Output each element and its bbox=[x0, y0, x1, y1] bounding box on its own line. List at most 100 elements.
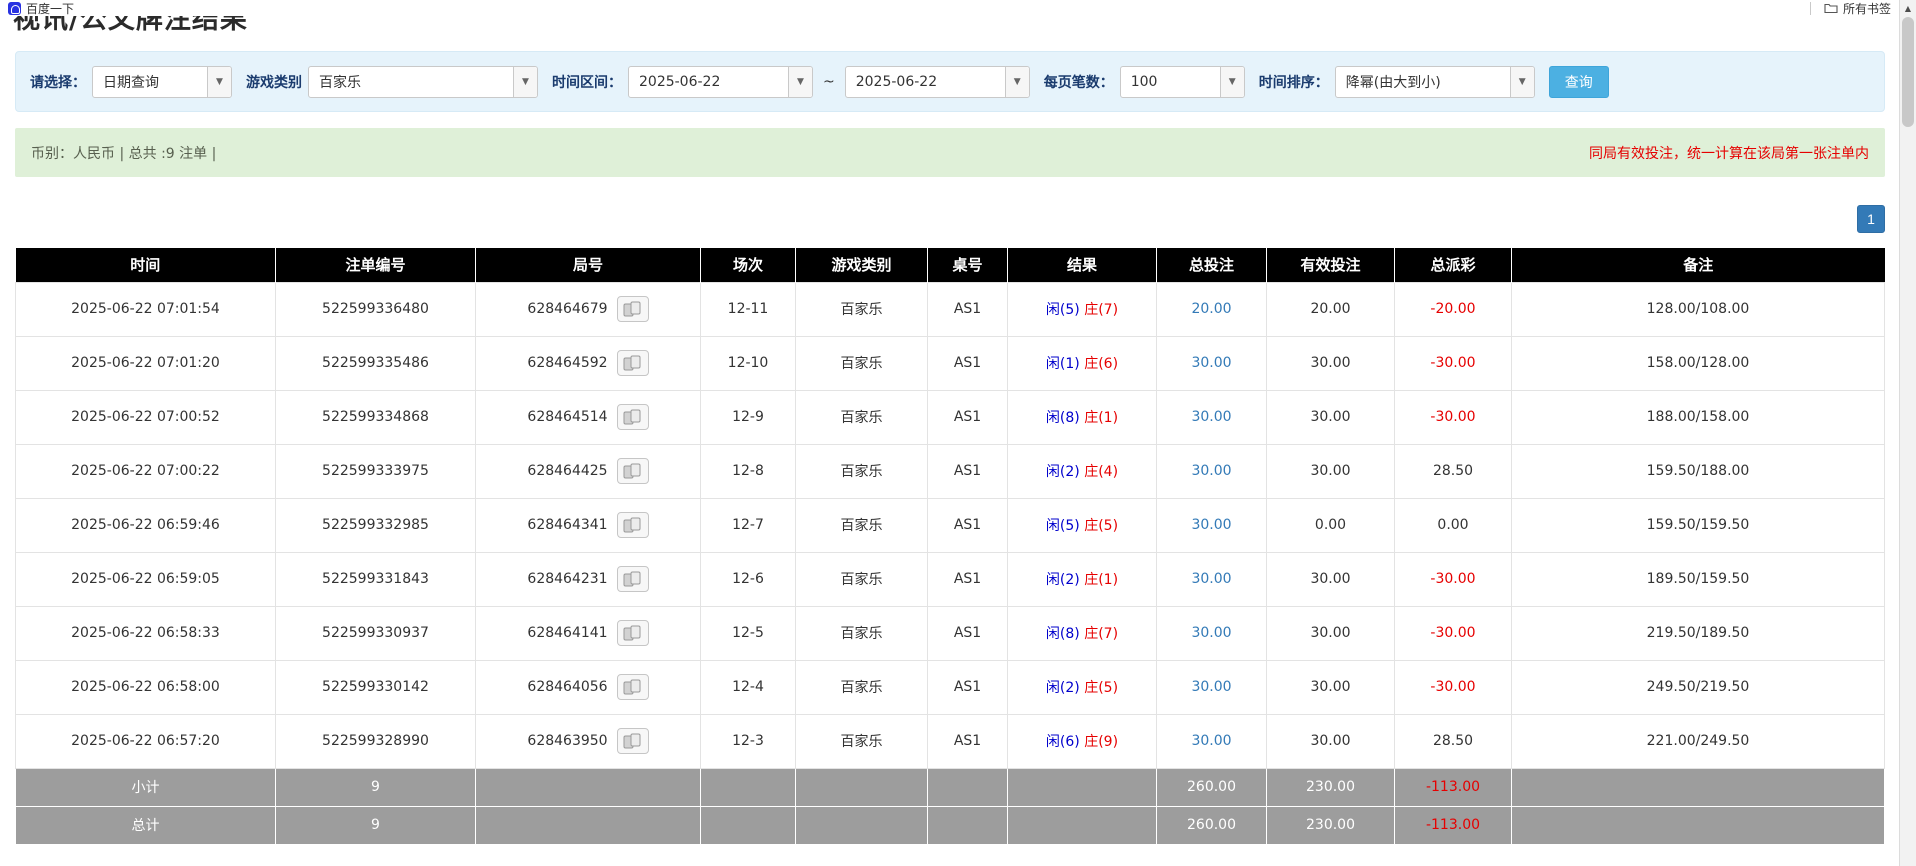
cell-time: 2025-06-22 07:00:22 bbox=[16, 444, 276, 498]
date-from-select[interactable]: 2025-06-22 ▼ bbox=[628, 66, 813, 98]
cell-table-no: AS1 bbox=[928, 336, 1008, 390]
total-bet-link[interactable]: 30.00 bbox=[1157, 552, 1267, 606]
cell-valid-bet: 30.00 bbox=[1267, 444, 1395, 498]
chevron-down-icon[interactable]: ▼ bbox=[788, 67, 812, 97]
subtotal-valid-bet: 230.00 bbox=[1267, 768, 1395, 806]
cell-round-id: 628464592 bbox=[476, 336, 701, 390]
card-result-button[interactable] bbox=[617, 350, 649, 376]
cell-result: 闲(2) 庄(1) bbox=[1008, 552, 1157, 606]
total-label: 总计 bbox=[16, 806, 276, 844]
cell-bet-id: 522599331843 bbox=[276, 552, 476, 606]
result-player: 闲(2) bbox=[1046, 572, 1080, 588]
cell-payout: -30.00 bbox=[1395, 390, 1512, 444]
header-time: 时间 bbox=[16, 248, 276, 282]
result-player: 闲(8) bbox=[1046, 410, 1080, 426]
chevron-down-icon[interactable]: ▼ bbox=[1510, 67, 1534, 97]
header-valid-bet: 有效投注 bbox=[1267, 248, 1395, 282]
header-payout: 总派彩 bbox=[1395, 248, 1512, 282]
cell-payout: -30.00 bbox=[1395, 660, 1512, 714]
total-valid-bet: 230.00 bbox=[1267, 806, 1395, 844]
total-bet-link[interactable]: 30.00 bbox=[1157, 444, 1267, 498]
round-number: 628464141 bbox=[527, 625, 607, 641]
card-result-button[interactable] bbox=[617, 728, 649, 754]
cell-remark: 219.50/189.50 bbox=[1512, 606, 1885, 660]
date-range-separator: ~ bbox=[823, 74, 835, 90]
card-result-button[interactable] bbox=[617, 296, 649, 322]
date-to-select[interactable]: 2025-06-22 ▼ bbox=[845, 66, 1030, 98]
date-range-label: 时间区间： bbox=[552, 72, 622, 92]
search-button[interactable]: 查询 bbox=[1549, 66, 1609, 98]
cell-session: 12-3 bbox=[701, 714, 796, 768]
cell-valid-bet: 30.00 bbox=[1267, 606, 1395, 660]
page-size-select[interactable]: 100 ▼ bbox=[1120, 66, 1245, 98]
cell-bet-id: 522599330142 bbox=[276, 660, 476, 714]
cell-time: 2025-06-22 06:57:20 bbox=[16, 714, 276, 768]
cell-remark: 188.00/158.00 bbox=[1512, 390, 1885, 444]
cell-game-type: 百家乐 bbox=[796, 552, 928, 606]
cell-bet-id: 522599330937 bbox=[276, 606, 476, 660]
result-banker: 庄(7) bbox=[1084, 626, 1118, 642]
cell-time: 2025-06-22 06:58:00 bbox=[16, 660, 276, 714]
result-banker: 庄(4) bbox=[1084, 464, 1118, 480]
page: 视讯/公文牌注结果 百度一下 所有书签 ▲ 请选择： 日期查询 ▼ 游戏类别 百 bbox=[0, 0, 1916, 866]
cell-payout: -30.00 bbox=[1395, 552, 1512, 606]
total-bet-link[interactable]: 20.00 bbox=[1157, 282, 1267, 336]
table-footer: 小计 9 260.00 230.00 -113.00 总计 9 260 bbox=[16, 768, 1885, 844]
cell-session: 12-8 bbox=[701, 444, 796, 498]
result-player: 闲(8) bbox=[1046, 626, 1080, 642]
query-type-select[interactable]: 日期查询 ▼ bbox=[92, 66, 232, 98]
result-banker: 庄(5) bbox=[1084, 518, 1118, 534]
card-result-button[interactable] bbox=[617, 620, 649, 646]
cell-bet-id: 522599328990 bbox=[276, 714, 476, 768]
chevron-down-icon[interactable]: ▼ bbox=[1220, 67, 1244, 97]
total-total-bet: 260.00 bbox=[1157, 806, 1267, 844]
game-type-select[interactable]: 百家乐 ▼ bbox=[308, 66, 538, 98]
cell-table-no: AS1 bbox=[928, 282, 1008, 336]
cell-valid-bet: 30.00 bbox=[1267, 390, 1395, 444]
total-row: 总计 9 260.00 230.00 -113.00 bbox=[16, 806, 1885, 844]
result-banker: 庄(5) bbox=[1084, 680, 1118, 696]
cell-remark: 221.00/249.50 bbox=[1512, 714, 1885, 768]
chevron-down-icon[interactable]: ▼ bbox=[1005, 67, 1029, 97]
chevron-down-icon[interactable]: ▼ bbox=[513, 67, 537, 97]
main-content: 请选择： 日期查询 ▼ 游戏类别 百家乐 ▼ 时间区间： 2025-06-22 … bbox=[15, 0, 1885, 845]
total-bet-link[interactable]: 30.00 bbox=[1157, 390, 1267, 444]
chevron-down-icon[interactable]: ▼ bbox=[207, 67, 231, 97]
cell-game-type: 百家乐 bbox=[796, 390, 928, 444]
card-result-button[interactable] bbox=[617, 458, 649, 484]
cell-payout: 28.50 bbox=[1395, 714, 1512, 768]
cell-valid-bet: 20.00 bbox=[1267, 282, 1395, 336]
total-bet-link[interactable]: 30.00 bbox=[1157, 714, 1267, 768]
card-result-button[interactable] bbox=[617, 404, 649, 430]
result-player: 闲(5) bbox=[1046, 518, 1080, 534]
round-number: 628464425 bbox=[527, 463, 607, 479]
round-number: 628464231 bbox=[527, 571, 607, 587]
table-row: 2025-06-22 07:01:54 522599336480 6284646… bbox=[16, 282, 1885, 336]
cell-bet-id: 522599334868 bbox=[276, 390, 476, 444]
cell-remark: 159.50/188.00 bbox=[1512, 444, 1885, 498]
cell-result: 闲(8) 庄(1) bbox=[1008, 390, 1157, 444]
cell-remark: 158.00/128.00 bbox=[1512, 336, 1885, 390]
cell-round-id: 628464425 bbox=[476, 444, 701, 498]
page-1-button[interactable]: 1 bbox=[1857, 205, 1885, 233]
cell-game-type: 百家乐 bbox=[796, 282, 928, 336]
bookmark-baidu[interactable]: 百度一下 bbox=[8, 0, 74, 17]
card-result-button[interactable] bbox=[617, 674, 649, 700]
query-type-value: 日期查询 bbox=[93, 67, 207, 97]
cell-payout: -20.00 bbox=[1395, 282, 1512, 336]
time-sort-select[interactable]: 降幂(由大到小) ▼ bbox=[1335, 66, 1535, 98]
total-bet-link[interactable]: 30.00 bbox=[1157, 660, 1267, 714]
card-result-button[interactable] bbox=[617, 512, 649, 538]
cell-payout: 0.00 bbox=[1395, 498, 1512, 552]
card-result-button[interactable] bbox=[617, 566, 649, 592]
bookmarks-divider bbox=[1810, 2, 1811, 15]
cell-session: 12-7 bbox=[701, 498, 796, 552]
all-bookmarks-button[interactable]: 所有书签 bbox=[1810, 0, 1891, 17]
scrollbar[interactable]: ▲ bbox=[1899, 0, 1916, 866]
total-bet-link[interactable]: 30.00 bbox=[1157, 606, 1267, 660]
scroll-up-arrow-icon[interactable]: ▲ bbox=[1900, 0, 1916, 16]
total-bet-link[interactable]: 30.00 bbox=[1157, 498, 1267, 552]
cell-game-type: 百家乐 bbox=[796, 660, 928, 714]
scrollbar-thumb[interactable] bbox=[1902, 17, 1914, 127]
total-bet-link[interactable]: 30.00 bbox=[1157, 336, 1267, 390]
